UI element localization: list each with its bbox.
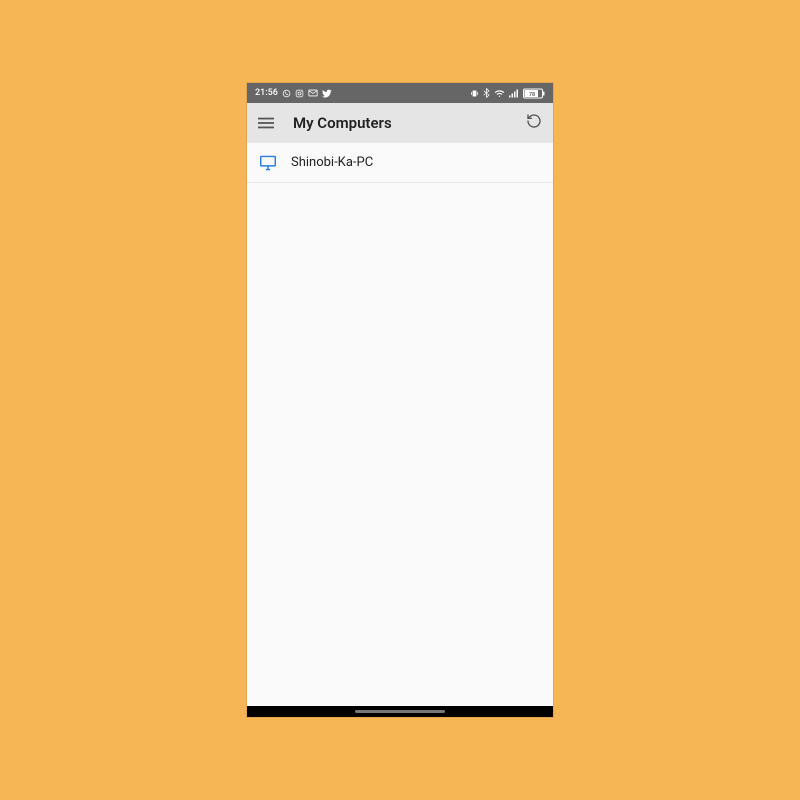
mail-icon: [308, 89, 318, 97]
wifi-icon: [494, 89, 505, 98]
signal-icon: [509, 89, 519, 98]
whatsapp-icon: [282, 89, 291, 98]
nav-handle-icon[interactable]: [355, 710, 445, 713]
bluetooth-icon: [483, 88, 490, 98]
menu-button[interactable]: [257, 114, 275, 132]
monitor-icon: [259, 154, 277, 172]
status-left: 21:56: [255, 88, 332, 98]
status-time: 21:56: [255, 88, 278, 98]
computers-list: Shinobi-Ka-PC: [247, 143, 553, 706]
app-bar: My Computers: [247, 103, 553, 143]
instagram-icon: [295, 89, 304, 98]
status-bar: 21:56: [247, 83, 553, 103]
status-right: 78: [470, 88, 545, 99]
refresh-icon: [526, 113, 542, 133]
vibrate-icon: [470, 89, 479, 98]
nav-bar: [247, 706, 553, 717]
list-item-label: Shinobi-Ka-PC: [291, 155, 373, 170]
page-title: My Computers: [293, 114, 525, 132]
hamburger-icon: [258, 114, 274, 133]
phone-frame: 21:56: [247, 83, 553, 717]
list-item[interactable]: Shinobi-Ka-PC: [247, 143, 553, 183]
twitter-icon: [322, 89, 332, 98]
refresh-button[interactable]: [525, 114, 543, 132]
battery-text: 78: [529, 91, 535, 97]
battery-icon: 78: [523, 88, 545, 99]
